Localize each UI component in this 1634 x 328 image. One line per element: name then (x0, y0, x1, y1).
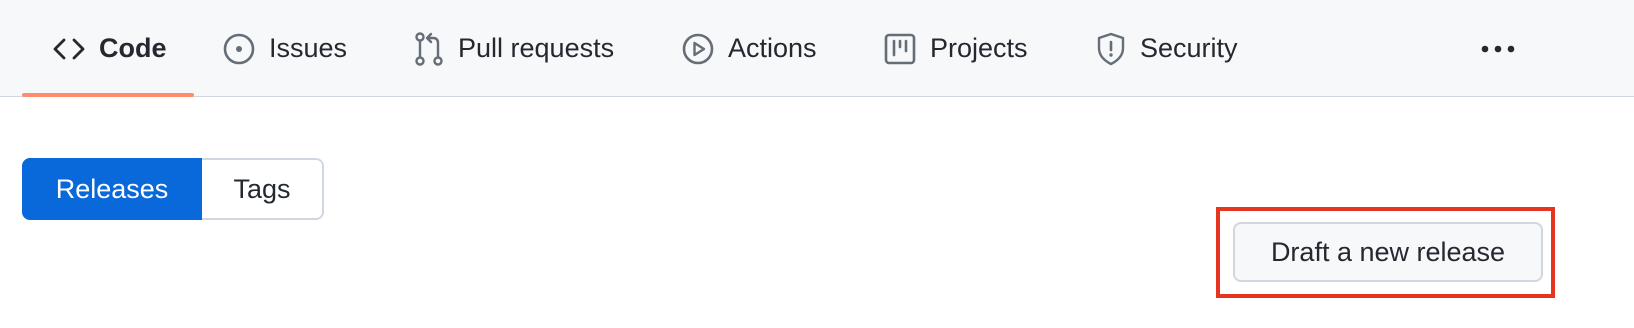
tab-pull-requests[interactable]: Pull requests (414, 0, 614, 97)
repo-nav-bar: Code Issues Pull requests Actions Projec… (0, 0, 1634, 97)
code-icon (53, 37, 85, 61)
git-pull-request-icon (414, 31, 444, 66)
play-icon (682, 33, 714, 65)
shield-icon (1096, 32, 1126, 66)
tab-code-label: Code (99, 33, 167, 63)
tab-issues[interactable]: Issues (223, 0, 347, 97)
tab-actions-label: Actions (728, 33, 817, 63)
tab-issues-label: Issues (269, 33, 348, 63)
tags-tab-button[interactable]: Tags (202, 158, 324, 220)
draft-new-release-button[interactable]: Draft a new release (1233, 222, 1543, 282)
project-icon (884, 33, 916, 65)
releases-tags-toggle: Releases Tags (22, 158, 324, 220)
tab-security-label: Security (1140, 33, 1238, 63)
tab-projects[interactable]: Projects (884, 0, 1028, 97)
tab-security[interactable]: Security (1096, 0, 1238, 97)
releases-tab-button[interactable]: Releases (22, 158, 202, 220)
tab-actions[interactable]: Actions (682, 0, 817, 97)
selected-tab-underline (22, 93, 194, 97)
kebab-horizontal-icon (1480, 41, 1516, 59)
tab-code[interactable]: Code (53, 0, 167, 97)
tab-projects-label: Projects (930, 33, 1028, 63)
tab-pull-requests-label: Pull requests (458, 33, 615, 63)
issue-opened-icon (223, 33, 255, 65)
more-tabs-button[interactable] (1478, 36, 1518, 64)
